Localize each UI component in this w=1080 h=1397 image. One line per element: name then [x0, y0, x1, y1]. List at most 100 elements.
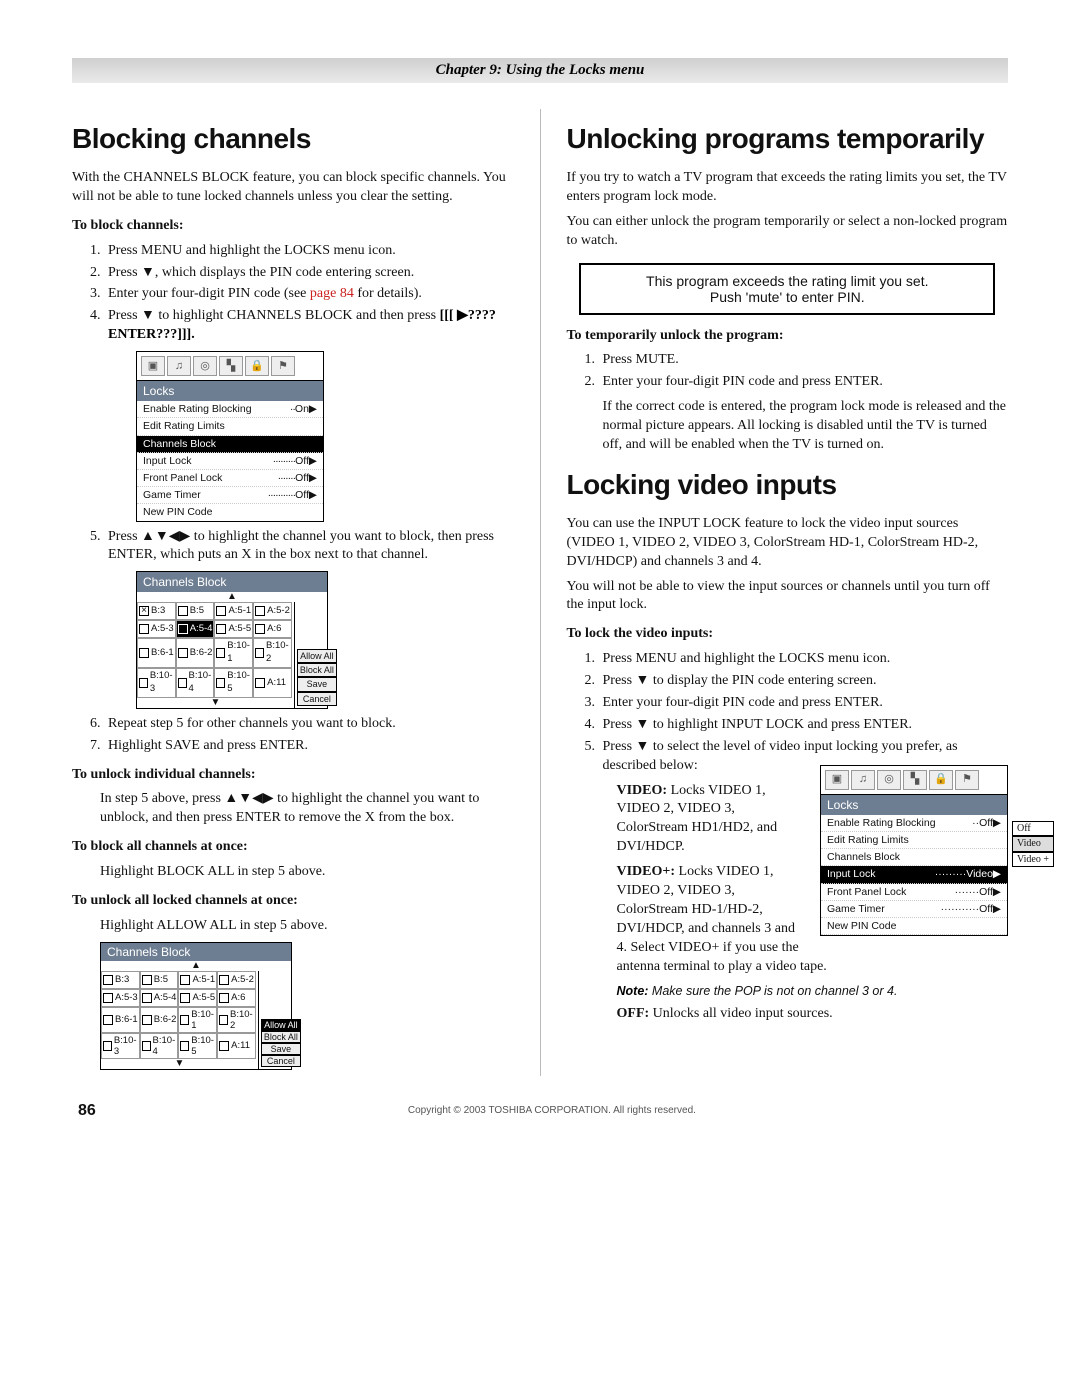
table-row: B:3: [137, 602, 176, 620]
step-item: Press ▼ to select the level of video inp…: [599, 738, 1009, 1024]
picture-icon: ▣: [141, 356, 165, 376]
audio-icon: ♫: [167, 356, 191, 376]
osd-row-label: Front Panel Lock: [143, 471, 222, 485]
step-item: Press MENU and highlight the LOCKS menu …: [599, 650, 1009, 669]
osd-row: Edit Rating Limits: [137, 418, 323, 435]
table-row: A:6: [253, 620, 292, 638]
dialog-line: This program exceeds the rating limit yo…: [597, 273, 977, 289]
cancel-button[interactable]: Cancel: [261, 1055, 301, 1067]
subhead-lock-video: To lock the video inputs:: [567, 625, 1009, 644]
osd-row: Front Panel Lock·······Off▶: [137, 470, 323, 487]
table-row-selected: A:5-4: [176, 620, 215, 638]
body-text: You can use the INPUT LOCK feature to lo…: [567, 515, 1009, 572]
input-lock-flyout: Off Video Video +: [1012, 821, 1054, 868]
table-row: A:5-2: [217, 971, 256, 989]
table-row: A:5-5: [178, 989, 217, 1007]
osd-row: Edit Rating Limits: [821, 832, 1007, 849]
osd-row: New PIN Code: [137, 504, 323, 520]
step-text: for details).: [354, 286, 422, 301]
chan-block-title: Channels Block: [101, 943, 291, 961]
osd-row: Input Lock·········Off▶: [137, 453, 323, 470]
option-description: OFF: Unlocks all video input sources.: [617, 1005, 1009, 1024]
osd-row-label: New PIN Code: [143, 505, 212, 519]
step-item: Press MENU and highlight the LOCKS menu …: [104, 242, 514, 261]
option-label: OFF:: [617, 1006, 650, 1021]
option-text: Unlocks all video input sources.: [649, 1006, 833, 1021]
subhead-unlock-individual: To unlock individual channels:: [72, 766, 514, 785]
cancel-button[interactable]: Cancel: [297, 692, 337, 706]
manual-page: Chapter 9: Using the Locks menu Blocking…: [0, 0, 1080, 1144]
osd-iconbar: ▣ ♫ ◎ ▚ 🔒 ⚑: [821, 766, 1007, 795]
steps-lock-video: Press MENU and highlight the LOCKS menu …: [567, 650, 1009, 1024]
block-all-button[interactable]: Block All: [297, 663, 337, 677]
osd-title: Locks: [821, 795, 1007, 815]
table-row: A:5-1: [214, 602, 253, 620]
option-label: VIDEO:: [617, 783, 668, 798]
table-row: A:11: [253, 668, 292, 698]
locks-icon: 🔒: [245, 356, 269, 376]
table-row: A:5-4: [140, 989, 179, 1007]
table-row: B:10-3: [137, 668, 176, 698]
table-row: A:5-3: [101, 989, 140, 1007]
table-row: A:5-3: [137, 620, 176, 638]
save-button[interactable]: Save: [261, 1043, 301, 1055]
dialog-line: Push 'mute' to enter PIN.: [597, 289, 977, 305]
preferences-icon: ⚑: [955, 770, 979, 790]
note-text: Make sure the POP is not on channel 3 or…: [648, 984, 897, 998]
flyout-option[interactable]: Off: [1012, 821, 1054, 837]
note-label: Note:: [617, 984, 649, 998]
osd-row-label: Enable Rating Blocking: [143, 402, 252, 416]
table-row: B:10-2: [217, 1007, 256, 1033]
table-row: B:3: [101, 971, 140, 989]
heading-unlocking-temporarily: Unlocking programs temporarily: [567, 123, 1009, 155]
allow-all-button[interactable]: Allow All: [297, 649, 337, 663]
body-text: If you try to watch a TV program that ex…: [567, 169, 1009, 207]
steps-block-channels: Press MENU and highlight the LOCKS menu …: [72, 242, 514, 756]
table-row: B:10-5: [178, 1033, 217, 1059]
osd-row: Channels Block: [821, 849, 1007, 866]
scroll-down-icon: ▼: [137, 698, 294, 708]
save-button[interactable]: Save: [297, 677, 337, 691]
step-item: Press MUTE.: [599, 351, 1009, 370]
applications-icon: ▚: [219, 356, 243, 376]
channels-block-grid-1: Channels Block ▲ B:3 B:5 A:5-1 A:5-2: [136, 571, 328, 708]
osd-row-label: Edit Rating Limits: [143, 419, 225, 433]
table-row: B:10-4: [140, 1033, 179, 1059]
osd-locks-menu-inputlock: ▣ ♫ ◎ ▚ 🔒 ⚑ Locks Enable Rating Blocking…: [812, 761, 1008, 940]
table-row: B:5: [140, 971, 179, 989]
table-row: B:10-4: [176, 668, 215, 698]
step-text: Enter your four-digit PIN code (see: [108, 286, 310, 301]
right-column: Unlocking programs temporarily If you tr…: [567, 109, 1009, 1076]
step-text: Press ▲▼◀▶ to highlight the channel you …: [108, 529, 494, 563]
step-item: Enter your four-digit PIN code and press…: [599, 373, 1009, 455]
body-text: You will not be able to view the input s…: [567, 578, 1009, 616]
page-footer: 86 Copyright © 2003 TOSHIBA CORPORATION.…: [72, 1102, 1008, 1120]
step-text: Press ▼ to highlight CHANNELS BLOCK and …: [108, 308, 440, 323]
chan-block-title: Channels Block: [137, 572, 327, 592]
flyout-option[interactable]: Video +: [1012, 852, 1054, 868]
page-number: 86: [78, 1102, 96, 1120]
table-row: B:10-1: [178, 1007, 217, 1033]
table-row: B:6-2: [176, 638, 215, 668]
allow-all-button-selected[interactable]: Allow All: [261, 1019, 301, 1031]
block-all-button[interactable]: Block All: [261, 1031, 301, 1043]
step-item: Enter your four-digit PIN code (see page…: [104, 285, 514, 304]
step-detail: If the correct code is entered, the prog…: [603, 398, 1009, 455]
steps-temp-unlock: Press MUTE. Enter your four-digit PIN co…: [567, 351, 1009, 454]
osd-iconbar: ▣ ♫ ◎ ▚ 🔒 ⚑: [137, 352, 323, 381]
page-link[interactable]: page 84: [310, 286, 354, 301]
copyright-text: Copyright © 2003 TOSHIBA CORPORATION. Al…: [96, 1105, 1008, 1116]
osd-row-selected: Channels Block: [137, 436, 323, 453]
step-item: Press ▼ to highlight CHANNELS BLOCK and …: [104, 307, 514, 521]
table-row: A:6: [217, 989, 256, 1007]
osd-row: Game Timer···········Off▶: [821, 901, 1007, 918]
step-item: Press ▼, which displays the PIN code ent…: [104, 264, 514, 283]
two-column-layout: Blocking channels With the CHANNELS BLOC…: [72, 109, 1008, 1076]
left-column: Blocking channels With the CHANNELS BLOC…: [72, 109, 514, 1076]
flyout-option-selected[interactable]: Video: [1012, 836, 1054, 852]
body-text: Highlight ALLOW ALL in step 5 above.: [100, 917, 514, 936]
osd-row-label: Channels Block: [143, 437, 216, 451]
table-row: B:6-1: [137, 638, 176, 668]
osd-locks-menu: ▣ ♫ ◎ ▚ 🔒 ⚑ Locks Enable Rating Blocking…: [136, 351, 324, 521]
osd-row-value: ·········Off▶: [273, 454, 317, 468]
